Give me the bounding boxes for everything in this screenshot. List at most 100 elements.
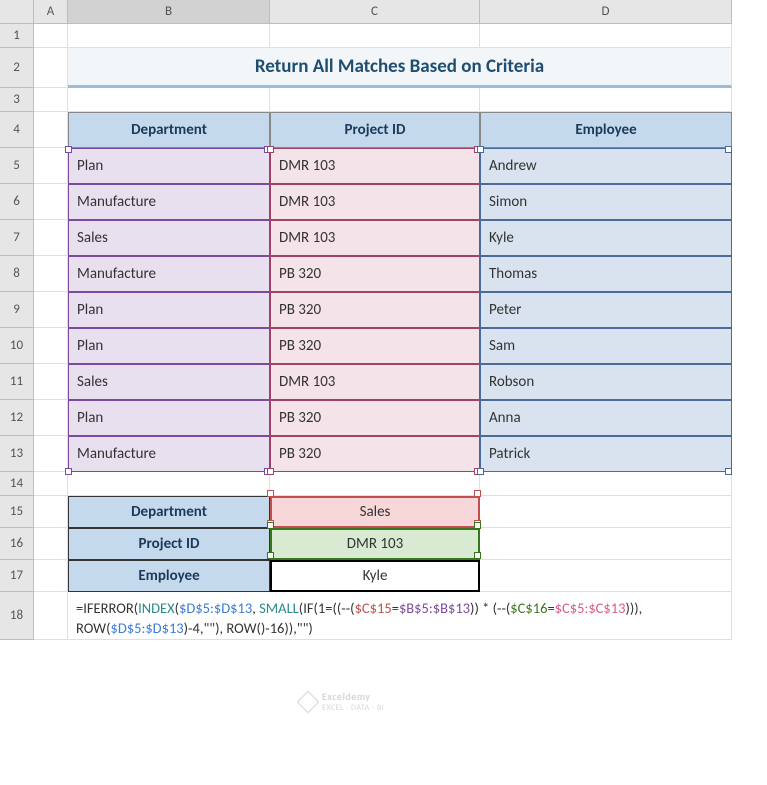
cell[interactable] [34, 256, 68, 292]
col-header-a[interactable]: A [34, 0, 68, 24]
cell[interactable] [480, 560, 732, 592]
cell[interactable] [34, 436, 68, 472]
row-header[interactable]: 7 [0, 220, 34, 256]
cell[interactable] [68, 24, 270, 48]
row-header[interactable]: 8 [0, 256, 34, 292]
table-cell[interactable]: PB 320 [270, 436, 480, 472]
table-header-employee[interactable]: Employee [480, 112, 732, 148]
table-cell[interactable]: DMR 103 [270, 148, 480, 184]
cell[interactable] [480, 528, 732, 560]
table-cell[interactable]: Anna [480, 400, 732, 436]
table-cell[interactable]: Plan [68, 292, 270, 328]
table-cell[interactable]: Andrew [480, 148, 732, 184]
selection-handle-icon[interactable] [267, 490, 274, 497]
table-cell[interactable]: Peter [480, 292, 732, 328]
cell[interactable] [34, 148, 68, 184]
cell[interactable] [34, 364, 68, 400]
row-header[interactable]: 6 [0, 184, 34, 220]
cell[interactable] [480, 88, 732, 112]
table-cell[interactable]: Manufacture [68, 256, 270, 292]
table-cell[interactable]: Sam [480, 328, 732, 364]
col-header-c[interactable]: C [270, 0, 480, 24]
row-header[interactable]: 5 [0, 148, 34, 184]
table-header-project-id[interactable]: Project ID [270, 112, 480, 148]
table-cell[interactable]: Manufacture [68, 436, 270, 472]
selection-handle-icon[interactable] [474, 552, 481, 559]
criteria-value-department[interactable]: Sales [270, 496, 480, 528]
cell[interactable] [270, 88, 480, 112]
cell[interactable] [34, 400, 68, 436]
selection-handle-icon[interactable] [725, 146, 732, 153]
table-cell[interactable]: PB 320 [270, 292, 480, 328]
table-header-department[interactable]: Department [68, 112, 270, 148]
selection-handle-icon[interactable] [474, 522, 481, 529]
cell[interactable] [480, 496, 732, 528]
cell[interactable] [270, 24, 480, 48]
selection-handle-icon[interactable] [267, 552, 274, 559]
table-cell[interactable]: Plan [68, 148, 270, 184]
col-header-d[interactable]: D [480, 0, 732, 24]
cell[interactable] [34, 528, 68, 560]
row-header[interactable]: 4 [0, 112, 34, 148]
table-cell[interactable]: DMR 103 [270, 220, 480, 256]
cell[interactable] [34, 184, 68, 220]
row-header[interactable]: 15 [0, 496, 34, 528]
row-header[interactable]: 17 [0, 560, 34, 592]
cell[interactable] [480, 472, 732, 496]
table-cell[interactable]: Manufacture [68, 184, 270, 220]
row-header[interactable]: 3 [0, 88, 34, 112]
criteria-value-project-id[interactable]: DMR 103 [270, 528, 480, 560]
table-cell[interactable]: Sales [68, 220, 270, 256]
table-cell[interactable]: PB 320 [270, 328, 480, 364]
criteria-value-employee[interactable]: Kyle [270, 560, 480, 592]
row-header[interactable]: 12 [0, 400, 34, 436]
selection-handle-icon[interactable] [267, 522, 274, 529]
table-cell[interactable]: Robson [480, 364, 732, 400]
row-header[interactable]: 2 [0, 48, 34, 88]
cell[interactable] [34, 112, 68, 148]
table-cell[interactable]: PB 320 [270, 400, 480, 436]
selection-handle-icon[interactable] [267, 468, 274, 475]
table-cell[interactable]: Patrick [480, 436, 732, 472]
row-header[interactable]: 16 [0, 528, 34, 560]
table-cell[interactable]: Simon [480, 184, 732, 220]
cell[interactable] [34, 496, 68, 528]
table-cell[interactable]: Plan [68, 328, 270, 364]
table-cell[interactable]: Thomas [480, 256, 732, 292]
cell[interactable] [34, 292, 68, 328]
selection-handle-icon[interactable] [474, 490, 481, 497]
selection-handle-icon[interactable] [477, 468, 484, 475]
selection-handle-icon[interactable] [477, 146, 484, 153]
cell[interactable] [34, 220, 68, 256]
selection-handle-icon[interactable] [267, 146, 274, 153]
selection-handle-icon[interactable] [65, 468, 72, 475]
row-header[interactable]: 10 [0, 328, 34, 364]
table-cell[interactable]: DMR 103 [270, 184, 480, 220]
table-cell[interactable]: Plan [68, 400, 270, 436]
table-cell[interactable]: PB 320 [270, 256, 480, 292]
row-header[interactable]: 13 [0, 436, 34, 472]
page-title[interactable]: Return All Matches Based on Criteria [68, 48, 732, 88]
cell[interactable] [68, 88, 270, 112]
criteria-label-employee[interactable]: Employee [68, 560, 270, 592]
criteria-label-project-id[interactable]: Project ID [68, 528, 270, 560]
cell[interactable] [34, 472, 68, 496]
formula-bar-content[interactable]: =IFERROR(INDEX($D$5:$D$13, SMALL(IF(1=((… [68, 592, 732, 640]
row-header[interactable]: 14 [0, 472, 34, 496]
row-header[interactable]: 18 [0, 592, 34, 640]
cell[interactable] [34, 48, 68, 88]
cell[interactable] [34, 592, 68, 640]
row-header[interactable]: 11 [0, 364, 34, 400]
corner-select-all[interactable] [0, 0, 34, 24]
cell[interactable] [34, 24, 68, 48]
table-cell[interactable]: Kyle [480, 220, 732, 256]
selection-handle-icon[interactable] [725, 468, 732, 475]
cell[interactable] [68, 472, 270, 496]
cell[interactable] [480, 24, 732, 48]
criteria-label-department[interactable]: Department [68, 496, 270, 528]
table-cell[interactable]: Sales [68, 364, 270, 400]
selection-handle-icon[interactable] [65, 146, 72, 153]
cell[interactable] [34, 560, 68, 592]
cell[interactable] [270, 472, 480, 496]
cell[interactable] [34, 328, 68, 364]
